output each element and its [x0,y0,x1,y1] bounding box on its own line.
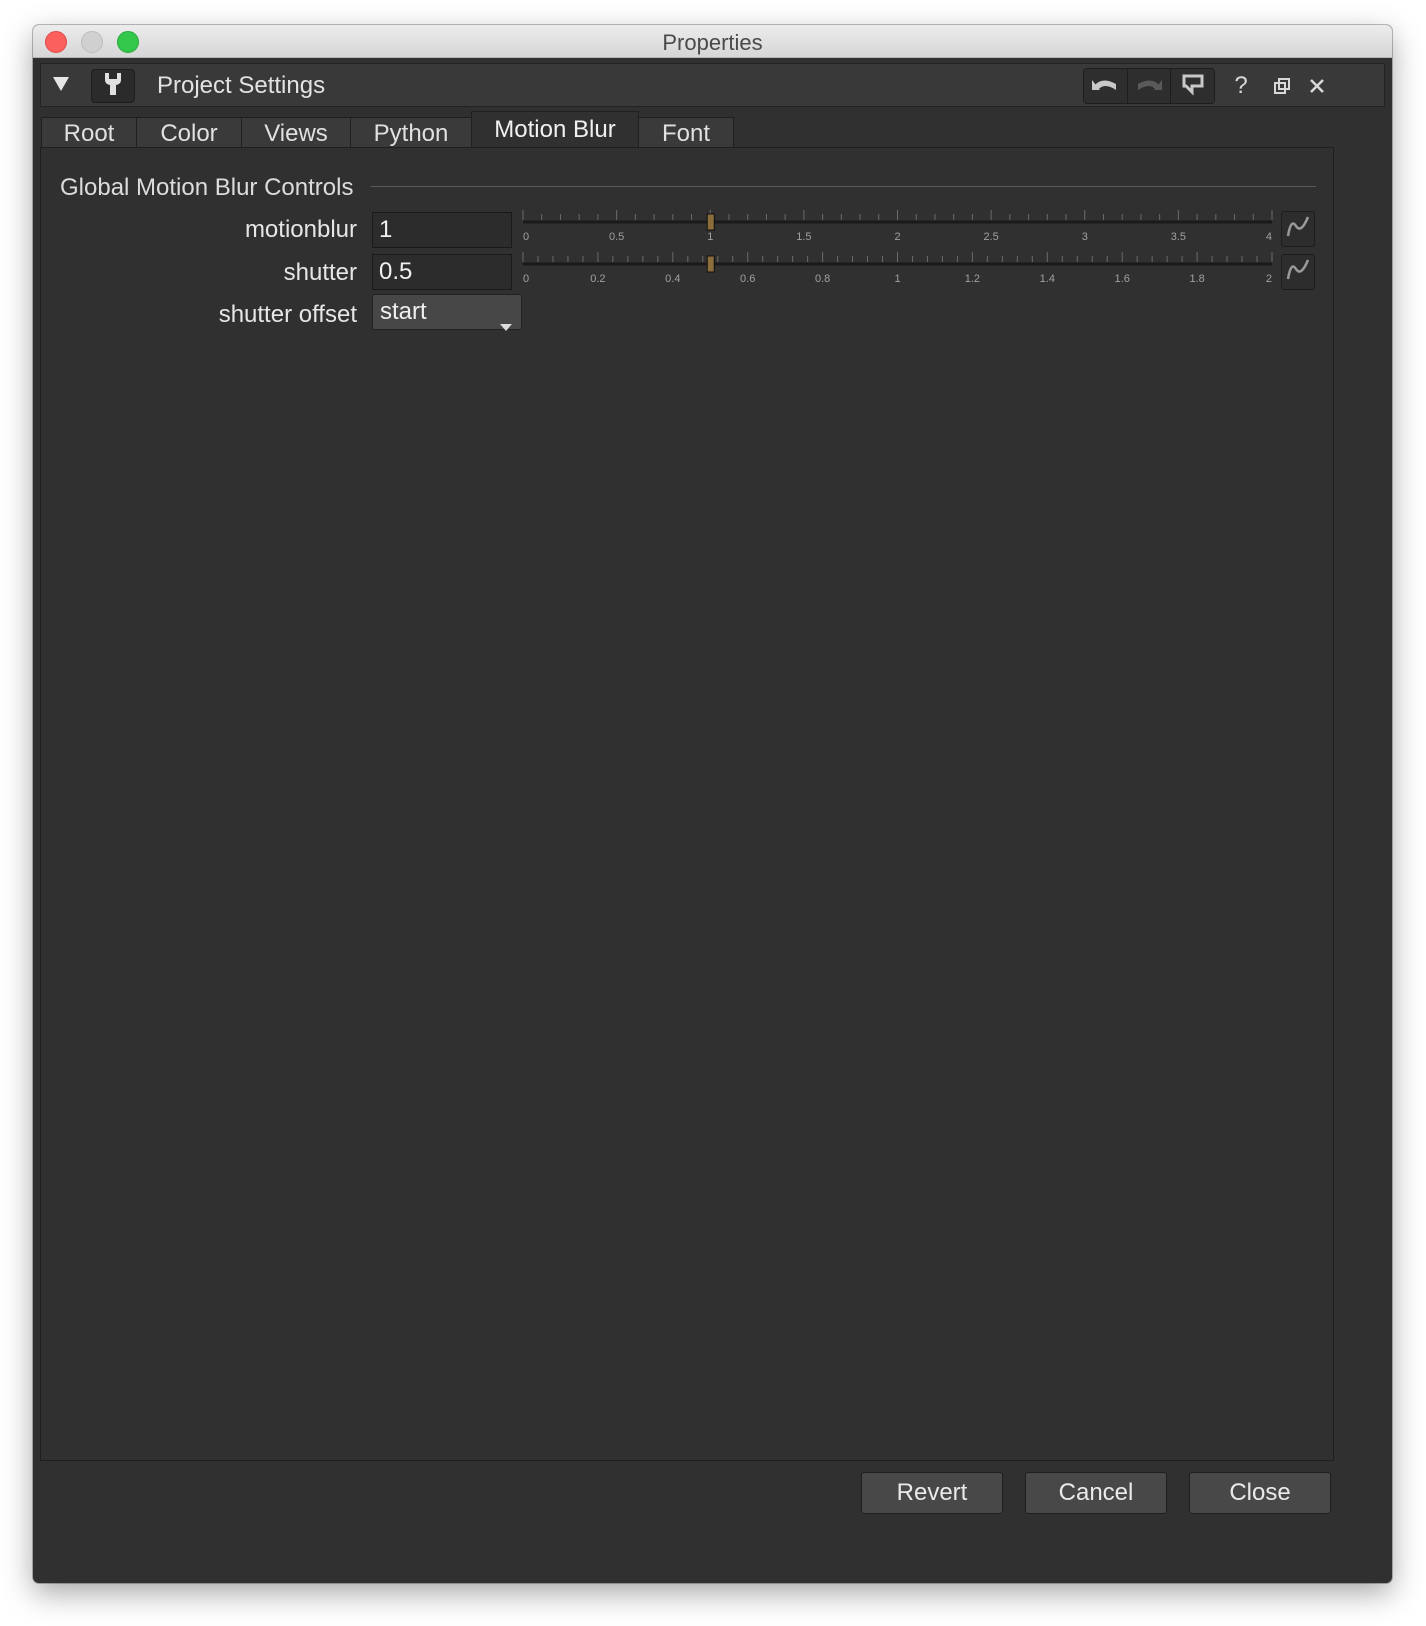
shutter-slider[interactable]: 0 0.2 0.4 0.6 0.8 1 1.2 1.4 1.6 1.8 2 [518,250,1276,294]
history-button-group [1083,68,1215,104]
window-title: Properties [662,30,763,55]
animation-curve-icon [1285,214,1311,245]
animation-curve-icon [1285,257,1311,288]
slider-tick-label: 2.5 [983,231,998,243]
slider-tick-label: 0.4 [665,273,680,285]
motionblur-slider[interactable]: 0 0.5 1 1.5 2 2.5 3 3.5 4 [518,208,1276,252]
slider-tick-label: 1.4 [1040,273,1055,285]
slider-tick-label: 1 [894,273,900,285]
cancel-button[interactable]: Cancel [1025,1472,1167,1514]
chevron-down-icon [500,308,512,342]
slider-tick-label: 4 [1266,231,1272,243]
shutter-offset-value: start [380,298,427,325]
slider-tick-label: 0 [523,231,529,243]
slider-tick-label: 1.2 [965,273,980,285]
slider-track-svg: 0 0.2 0.4 0.6 0.8 1 1.2 1.4 1.6 1.8 2 [522,252,1273,285]
slider-tick-label: 0.8 [815,273,830,285]
help-icon[interactable]: ? [1227,72,1255,100]
shutter-offset-label: shutter offset [218,301,357,328]
panel-title: Project Settings [157,72,326,99]
slider-tick-label: 1.8 [1189,273,1204,285]
tab-color[interactable]: Color [136,117,242,149]
slider-tick-label: 1 [707,231,713,243]
motionblur-label: motionblur [244,216,357,243]
tab-content-panel: Global Motion Blur Controls motionblur 0… [40,147,1334,1461]
tab-motion-blur[interactable]: Motion Blur [471,111,639,150]
slider-tick-label: 3 [1082,231,1088,243]
undo-icon [1090,74,1120,99]
revert-icon [1180,72,1206,101]
slider-tick-label: 0.5 [609,231,624,243]
panel-header: Project Settings ? [40,63,1385,107]
slider-tick-label: 0.2 [590,273,605,285]
slider-handle[interactable] [706,213,715,231]
shutter-offset-dropdown[interactable]: start [372,294,522,331]
collapse-arrow-icon[interactable] [51,74,71,94]
wrench-icon [102,71,124,102]
group-title: Global Motion Blur Controls [60,174,354,201]
close-button[interactable]: Close [1189,1472,1331,1514]
slider-track-svg: 0 0.5 1 1.5 2 2.5 3 3.5 4 [522,210,1273,243]
slider-tick-label: 3.5 [1171,231,1186,243]
revert-button[interactable]: Revert [861,1472,1003,1514]
shutter-input[interactable] [372,254,512,290]
close-panel-icon[interactable] [1303,72,1331,100]
slider-tick-label: 2 [1266,273,1272,285]
window-titlebar[interactable]: Properties [33,25,1392,58]
slider-tick-label: 1.5 [796,231,811,243]
slider-tick-label: 2 [894,231,900,243]
slider-tick-label: 0.6 [740,273,755,285]
tab-python[interactable]: Python [350,117,472,149]
float-panel-icon[interactable] [1268,72,1296,100]
revert-knobs-button[interactable] [1171,69,1214,103]
motionblur-input[interactable] [372,212,512,248]
redo-button[interactable] [1127,69,1172,103]
tab-font[interactable]: Font [638,117,734,149]
properties-window: Properties Project Settings ? Root Color… [33,25,1392,1583]
redo-icon [1134,74,1164,99]
slider-handle[interactable] [706,255,715,273]
tab-root[interactable]: Root [41,117,137,149]
slider-tick-label: 0 [523,273,529,285]
shutter-label: shutter [283,259,357,286]
shutter-animation-button[interactable] [1281,254,1315,290]
undo-button[interactable] [1084,69,1128,103]
tab-views[interactable]: Views [241,117,351,149]
motionblur-animation-button[interactable] [1281,211,1315,247]
group-divider [371,186,1316,187]
slider-tick-label: 1.6 [1115,273,1130,285]
node-settings-button[interactable] [91,69,135,103]
